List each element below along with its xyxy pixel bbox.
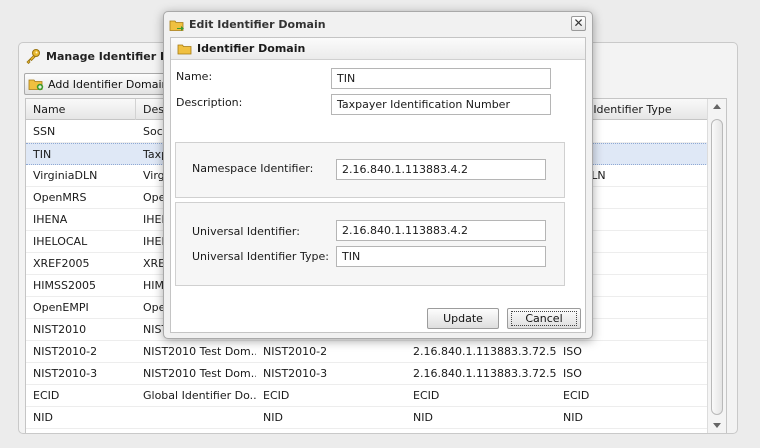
cell-name: NIST2010-2: [33, 345, 98, 358]
identifier-domain-form: Identifier Domain Name: TIN Description:…: [170, 37, 586, 333]
cell-description: NIST2010 Test Dom...: [143, 367, 256, 380]
universal-identifier-type-label: Universal Identifier Type:: [192, 250, 329, 263]
cell-name: ECID: [33, 389, 60, 402]
universal-identifier-label: Universal Identifier:: [192, 225, 300, 238]
table-row[interactable]: ECID Global Identifier Do... ECID ECID ECID: [26, 385, 708, 407]
scroll-down-icon[interactable]: [713, 423, 721, 428]
add-identifier-domain-button[interactable]: Add Identifier Domain: [24, 73, 174, 95]
dialog-title: Edit Identifier Domain: [189, 17, 326, 31]
description-field[interactable]: Taxpayer Identification Number: [331, 94, 551, 115]
cell-universal-identifier: NID: [413, 411, 433, 424]
cell-name: OpenMRS: [33, 191, 87, 204]
universal-identifier-type-field[interactable]: TIN: [336, 246, 546, 267]
cell-namespace: NID: [263, 411, 283, 424]
cell-namespace: ECID: [263, 389, 290, 402]
update-button[interactable]: Update: [427, 308, 499, 329]
cell-universal-identifier-type: ISO: [563, 345, 582, 358]
cell-universal-identifier: 2.16.840.1.113883.3.72.5.9.3: [413, 367, 556, 380]
cell-name: NID: [33, 411, 53, 424]
grid-scrollbar[interactable]: [707, 99, 726, 433]
cancel-button-label: Cancel: [511, 311, 577, 326]
name-field[interactable]: TIN: [331, 68, 551, 89]
cancel-button[interactable]: Cancel: [507, 308, 581, 329]
cell-universal-identifier: ECID: [413, 389, 440, 402]
cell-name: OpenEMPI: [33, 301, 89, 314]
cell-universal-identifier-type: ISO: [563, 367, 582, 380]
folder-icon: [177, 43, 192, 55]
cell-universal-identifier-type: ECID: [563, 389, 590, 402]
cell-name: TIN: [33, 148, 52, 161]
dialog-header: Edit Identifier Domain: [169, 15, 326, 33]
cell-description: [136, 407, 256, 428]
cell-name: XREF2005: [33, 257, 90, 270]
universal-identifier-field[interactable]: 2.16.840.1.113883.4.2: [336, 220, 546, 241]
table-row[interactable]: NID NID NID NID: [26, 407, 708, 429]
table-row[interactable]: NIST2010-2 NIST2010 Test Dom... NIST2010-2…: [26, 341, 708, 363]
name-label: Name:: [176, 70, 213, 83]
cell-name: HIMSS2005: [33, 279, 96, 292]
cell-name: NIST2010: [33, 323, 87, 336]
cell-name: NIST2010-3: [33, 367, 98, 380]
description-label: Description:: [176, 96, 243, 109]
universal-identifier-fieldset: Universal Identifier: 2.16.840.1.113883.…: [175, 202, 565, 286]
cell-description: Global Identifier Do...: [143, 389, 256, 402]
key-icon: [25, 48, 41, 65]
cell-universal-identifier-type: NID: [563, 411, 583, 424]
cell-namespace: NIST2010-3: [263, 367, 328, 380]
form-section-header: Identifier Domain: [171, 38, 585, 60]
cell-name: VirginiaDLN: [33, 169, 98, 182]
cell-description: NIST2010 Test Dom...: [143, 345, 256, 358]
close-icon[interactable]: ✕: [571, 16, 586, 31]
namespace-identifier-field[interactable]: 2.16.840.1.113883.4.2: [336, 159, 546, 180]
cell-name: SSN: [33, 125, 56, 138]
cell-name: IHENA: [33, 213, 68, 226]
folder-edit-icon: [169, 18, 184, 31]
cell-universal-identifier: 2.16.840.1.113883.3.72.5.9.2: [413, 345, 556, 358]
namespace-fieldset: Namespace Identifier: 2.16.840.1.113883.…: [175, 142, 565, 198]
add-identifier-domain-label: Add Identifier Domain: [48, 77, 169, 91]
column-header-name[interactable]: Name: [26, 99, 136, 120]
folder-add-icon: [28, 77, 44, 91]
form-section-title: Identifier Domain: [197, 42, 306, 55]
table-row[interactable]: NIST2010-3 NIST2010 Test Dom... NIST2010-3…: [26, 363, 708, 385]
scroll-up-icon[interactable]: [713, 104, 721, 109]
namespace-identifier-label: Namespace Identifier:: [192, 162, 314, 175]
scrollbar-thumb[interactable]: [711, 119, 723, 415]
edit-identifier-domain-dialog: Edit Identifier Domain ✕ Identifier Doma…: [163, 11, 593, 339]
cell-name: IHELOCAL: [33, 235, 88, 248]
cell-namespace: NIST2010-2: [263, 345, 328, 358]
